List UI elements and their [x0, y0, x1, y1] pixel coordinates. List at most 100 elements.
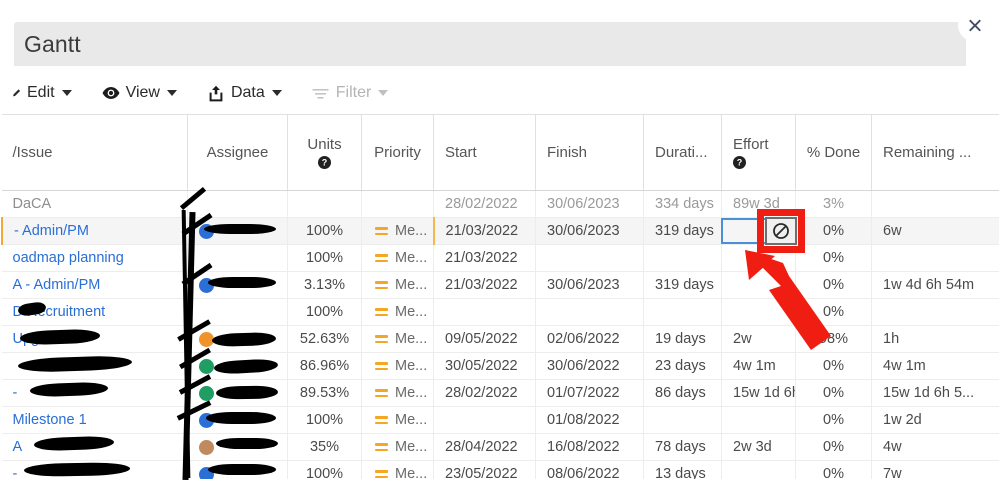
task-link[interactable]: - [13, 385, 18, 401]
cell-effort[interactable] [721, 271, 796, 299]
cell-duration[interactable]: 86 days [643, 379, 722, 407]
cell-start[interactable] [433, 298, 536, 326]
cell-priority[interactable]: Me... [361, 379, 434, 407]
cell-duration[interactable] [643, 406, 722, 434]
cell-done[interactable]: 0% [795, 433, 872, 461]
table-row[interactable]: DaCA 28/02/2022 30/06/2023 334 days 89w 3d 3% [1, 190, 999, 218]
toolbar-item-edit[interactable]: Edit [12, 72, 72, 114]
gantt-grid[interactable]: /Issue Assignee Units ? Priority Start F… [0, 114, 999, 503]
cell-task-name[interactable]: - Admin/PM [0, 217, 188, 245]
cell-units[interactable]: 89.53% [287, 379, 362, 407]
cell-assignee[interactable] [187, 217, 288, 245]
cell-assignee[interactable] [187, 298, 288, 326]
cell-units[interactable] [287, 190, 362, 218]
cell-done[interactable]: 0% [795, 217, 872, 245]
close-button[interactable] [958, 8, 992, 42]
cell-remain[interactable]: 4w [871, 433, 999, 461]
cell-remain[interactable] [871, 190, 999, 218]
cell-done[interactable]: 0% [795, 379, 872, 407]
cell-done[interactable]: 3% [795, 190, 872, 218]
cell-duration[interactable] [643, 298, 722, 326]
cell-task-name[interactable]: A - Admin/PM [1, 271, 188, 299]
cell-remain[interactable]: 1h [871, 325, 999, 353]
task-link[interactable]: D Recruitment [13, 304, 106, 320]
cell-task-name[interactable]: A [1, 433, 188, 461]
help-icon-units[interactable]: ? [318, 156, 331, 170]
column-header-priority[interactable]: Priority [361, 114, 434, 191]
cell-duration[interactable]: 19 days [643, 325, 722, 353]
cell-duration[interactable]: 319 days [643, 271, 722, 299]
column-header-name[interactable]: /Issue [1, 114, 188, 191]
cell-finish[interactable]: 30/06/2023 [535, 190, 644, 218]
column-header-duration[interactable]: Durati... [643, 114, 722, 191]
cell-finish[interactable] [535, 244, 644, 272]
cell-finish[interactable]: 16/08/2022 [535, 433, 644, 461]
cell-priority[interactable]: Me... [361, 244, 434, 272]
cell-remain[interactable] [871, 244, 999, 272]
cell-assignee[interactable] [187, 190, 288, 218]
cell-duration[interactable]: 319 days [643, 217, 722, 245]
column-header-done[interactable]: % Done [795, 114, 872, 191]
cell-priority[interactable]: Me... [361, 352, 434, 380]
cell-priority[interactable]: Me... [361, 325, 434, 353]
cell-start[interactable]: 28/02/2022 [433, 190, 536, 218]
toolbar-item-view[interactable]: View [102, 72, 177, 114]
cell-task-name[interactable] [1, 352, 188, 380]
cell-assignee[interactable] [187, 406, 288, 434]
cell-remain[interactable] [871, 298, 999, 326]
task-link[interactable]: A - Admin/PM [13, 277, 101, 293]
cell-remain[interactable]: 15w 1d 6h 5... [871, 379, 999, 407]
cell-assignee[interactable] [187, 352, 288, 380]
cell-assignee[interactable] [187, 271, 288, 299]
cell-assignee[interactable] [187, 325, 288, 353]
cell-start[interactable]: 21/03/2022 [432, 217, 536, 245]
cell-effort[interactable] [721, 298, 796, 326]
cell-remain[interactable]: 4w 1m [871, 352, 999, 380]
column-header-finish[interactable]: Finish [535, 114, 644, 191]
cell-start[interactable]: 28/02/2022 [433, 379, 536, 407]
cell-start[interactable]: 21/03/2022 [433, 244, 536, 272]
cell-assignee[interactable] [187, 433, 288, 461]
cell-units[interactable]: 100% [287, 244, 362, 272]
table-row[interactable]: A - Admin/PM 3.13% Me... 21/03/2022 30/06/20… [1, 271, 999, 299]
cell-effort[interactable]: 2w [721, 325, 796, 353]
cell-priority[interactable]: Me... [361, 298, 434, 326]
cell-task-name[interactable]: D Recruitment [1, 298, 188, 326]
column-header-start[interactable]: Start [433, 114, 536, 191]
cell-task-name[interactable]: - [1, 379, 188, 407]
cell-units[interactable]: 86.96% [287, 352, 362, 380]
cell-priority[interactable]: Me... [361, 406, 434, 434]
cell-duration[interactable]: 78 days [643, 433, 722, 461]
cell-finish[interactable]: 01/07/2022 [535, 379, 644, 407]
task-link[interactable]: DaCA [13, 196, 52, 212]
toolbar-item-data[interactable]: Data [207, 72, 282, 114]
cell-remain[interactable]: 1w 2d [871, 406, 999, 434]
task-link[interactable]: Milestone 1 [13, 412, 87, 428]
cell-finish[interactable] [535, 298, 644, 326]
cell-effort[interactable]: 2w 3d [721, 433, 796, 461]
table-row[interactable]: A 35% Me... 28/04/2022 16/08/2022 78 days 2w … [1, 433, 999, 461]
cell-task-name[interactable]: oadmap planning [1, 244, 188, 272]
help-icon-effort[interactable]: ? [733, 156, 746, 170]
cell-done[interactable]: 0% [795, 271, 872, 299]
cell-effort[interactable] [721, 406, 796, 434]
cell-finish[interactable]: 30/06/2023 [535, 271, 644, 299]
cell-start[interactable]: 21/03/2022 [433, 271, 536, 299]
cell-start[interactable]: 09/05/2022 [433, 325, 536, 353]
table-row[interactable]: D Recruitment 100% Me... 0% [1, 298, 999, 326]
cell-priority[interactable]: Me... [361, 271, 434, 299]
cell-duration[interactable] [643, 244, 722, 272]
table-row[interactable]: oadmap planning 100% Me... 21/03/2022 0% [1, 244, 999, 272]
task-link[interactable]: A [13, 439, 23, 455]
cell-units[interactable]: 100% [287, 217, 362, 245]
cell-finish[interactable]: 30/06/2022 [535, 352, 644, 380]
cell-finish[interactable]: 02/06/2022 [535, 325, 644, 353]
task-link[interactable]: - Admin/PM [14, 223, 89, 239]
cell-priority[interactable]: Me... [361, 433, 434, 461]
cell-effort[interactable]: 4w 1m [721, 352, 796, 380]
table-row[interactable]: Milestone 1 100% Me... 01/08/2022 0% 1w 2d [1, 406, 999, 434]
column-header-effort[interactable]: Effort ? [721, 114, 796, 191]
cell-units[interactable]: 3.13% [287, 271, 362, 299]
cell-assignee[interactable] [187, 379, 288, 407]
cell-priority[interactable]: Me... [361, 217, 434, 245]
